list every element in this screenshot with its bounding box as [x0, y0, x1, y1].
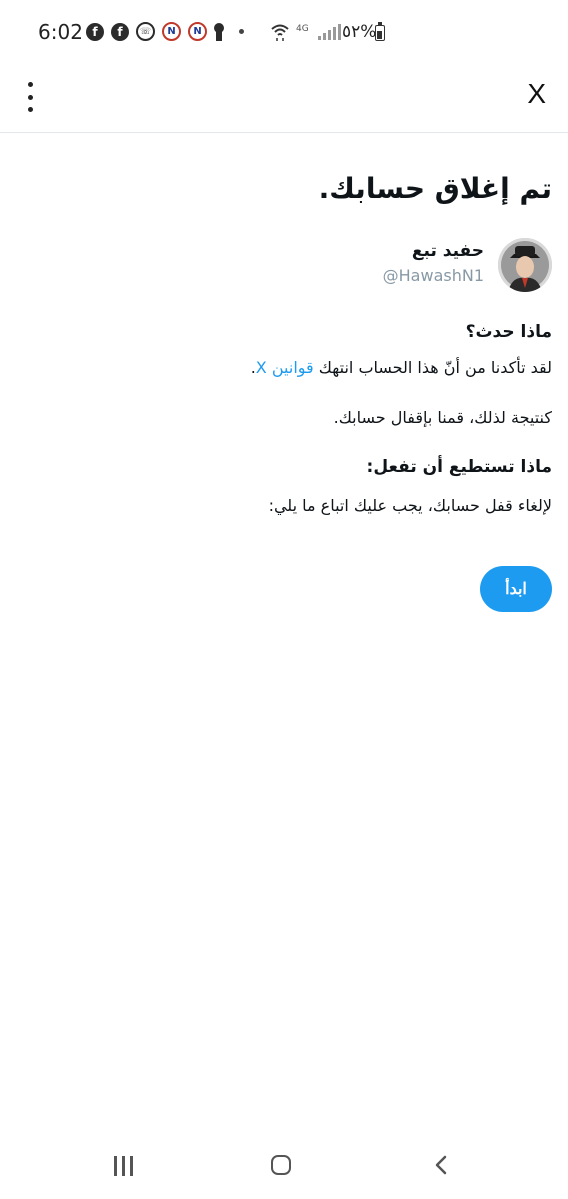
facebook-icon: f: [86, 22, 104, 41]
result-text: كنتيجة لذلك، قمنا بإقفال حسابك.: [333, 408, 552, 427]
battery-level: ٥٢%: [342, 22, 377, 42]
handle: @HawashN1: [382, 266, 484, 285]
app-header: X: [0, 66, 568, 133]
unlock-instructions-text: لإلغاء قفل حسابك، يجب عليك اتباع ما يلي:: [268, 496, 552, 515]
system-nav-bar: [0, 1130, 568, 1199]
more-options-icon[interactable]: [22, 82, 38, 112]
facebook-icon: f: [111, 22, 129, 41]
recent-apps-icon[interactable]: [114, 1156, 133, 1176]
start-button[interactable]: ابدأ: [480, 566, 552, 612]
signal-icon: [318, 24, 341, 40]
avatar: [498, 238, 552, 292]
violation-text-body: لقد تأكدنا من أنّ هذا الحساب انتهك: [318, 358, 552, 377]
what-happened-heading: ماذا حدث؟: [465, 322, 552, 342]
app-n-icon: N: [162, 22, 181, 41]
app-n-icon: N: [188, 22, 207, 41]
whatsapp-icon: ☏: [136, 22, 155, 41]
display-name: حفيد تبع: [411, 241, 484, 261]
page-title: تم إغلاق حسابك.: [318, 172, 552, 205]
back-icon[interactable]: [434, 1155, 448, 1175]
x-logo: X: [527, 78, 546, 109]
notification-icons: f f ☏ N N: [86, 22, 244, 41]
home-icon[interactable]: [271, 1155, 291, 1175]
what-you-can-do-heading: ماذا تستطيع أن تفعل:: [366, 457, 552, 477]
wifi-icon: [271, 24, 289, 41]
volte-icon: 4G: [296, 24, 309, 34]
status-time: 6:02: [38, 20, 83, 44]
violation-text: لقد تأكدنا من أنّ هذا الحساب انتهك قواني…: [251, 358, 552, 377]
status-bar: 6:02 f f ☏ N N 4G ٥٢%: [0, 0, 568, 66]
x-rules-link[interactable]: قوانين X: [256, 358, 314, 377]
battery-icon: [375, 22, 385, 41]
keyhole-icon: [214, 22, 224, 41]
more-dot-icon: [239, 29, 244, 34]
